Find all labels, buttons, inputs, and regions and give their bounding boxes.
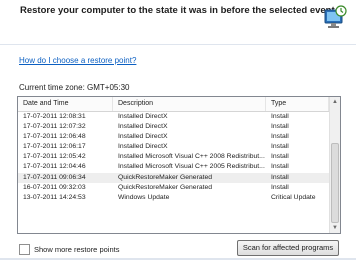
help-link[interactable]: How do I choose a restore point? [19, 56, 136, 65]
cell-type: Install [271, 123, 289, 131]
timezone-label: Current time zone: GMT+05:30 [19, 83, 130, 92]
cell-type: Install [271, 163, 289, 171]
table-row[interactable]: 17-07-2011 12:04:46 Installed Microsoft … [18, 162, 340, 172]
dialog-header: Restore your computer to the state it wa… [0, 0, 356, 45]
system-restore-icon [324, 5, 347, 28]
table-row[interactable]: 16-07-2011 09:32:03 QuickRestoreMaker Ge… [18, 183, 340, 193]
cell-date: 17-07-2011 12:06:17 [23, 143, 86, 151]
table-row[interactable]: 13-07-2011 14:24:53 Windows Update Criti… [18, 193, 340, 203]
scroll-up-icon[interactable]: ▲ [332, 99, 338, 105]
cell-date: 17-07-2011 12:06:48 [23, 133, 86, 141]
scan-button[interactable]: Scan for affected programs [237, 240, 339, 256]
show-more-checkbox[interactable] [19, 244, 30, 255]
cell-date: 17-07-2011 09:06:34 [23, 173, 86, 181]
table-row[interactable]: 17-07-2011 12:08:31 Installed DirectX In… [18, 112, 340, 122]
show-more-option[interactable]: Show more restore points [19, 244, 119, 255]
heading: Restore your computer to the state it wa… [20, 5, 335, 16]
restore-points-list[interactable]: Date and Time Description Type 17-07-201… [17, 96, 341, 234]
cell-description: Installed Microsoft Visual C++ 2008 Redi… [118, 153, 265, 161]
table-row[interactable]: 17-07-2011 12:06:17 Installed DirectX In… [18, 142, 340, 152]
list-header: Date and Time Description Type [18, 97, 340, 112]
cell-type: Install [271, 183, 289, 191]
cell-type: Install [271, 113, 289, 120]
cell-date: 13-07-2011 14:24:53 [23, 193, 86, 201]
column-header-description[interactable]: Description [113, 97, 266, 111]
cell-description: Installed DirectX [118, 113, 168, 120]
cell-date: 17-07-2011 12:08:31 [23, 113, 86, 120]
list-scrollbar[interactable]: ▲ ▼ [329, 97, 340, 233]
cell-description: Installed Microsoft Visual C++ 2005 Redi… [118, 163, 265, 171]
cell-description: QuickRestoreMaker Generated [118, 173, 213, 181]
scroll-down-icon[interactable]: ▼ [332, 225, 338, 231]
cell-type: Install [271, 153, 289, 161]
cell-description: Installed DirectX [118, 133, 168, 141]
cell-type: Install [271, 143, 289, 151]
cell-date: 17-07-2011 12:07:32 [23, 123, 86, 131]
cell-type: Install [271, 173, 289, 181]
cell-type: Install [271, 133, 289, 141]
cell-date: 17-07-2011 12:05:42 [23, 153, 86, 161]
cell-type: Critical Update [271, 193, 316, 201]
show-more-label: Show more restore points [34, 245, 120, 254]
table-row-selected[interactable]: 17-07-2011 09:06:34 QuickRestoreMaker Ge… [18, 172, 340, 183]
cell-description: Installed DirectX [118, 143, 168, 151]
cell-date: 16-07-2011 09:32:03 [23, 183, 86, 191]
cell-description: Installed DirectX [118, 123, 168, 131]
cell-description: Windows Update [118, 193, 170, 201]
table-row[interactable]: 17-07-2011 12:07:32 Installed DirectX In… [18, 122, 340, 132]
table-row[interactable]: 17-07-2011 12:06:48 Installed DirectX In… [18, 132, 340, 142]
column-header-type[interactable]: Type [266, 97, 329, 111]
cell-date: 17-07-2011 12:04:46 [23, 163, 86, 171]
scrollbar-thumb[interactable] [331, 143, 339, 223]
column-header-date[interactable]: Date and Time [18, 97, 113, 111]
table-row[interactable]: 17-07-2011 12:05:42 Installed Microsoft … [18, 152, 340, 162]
cell-description: QuickRestoreMaker Generated [118, 183, 213, 191]
